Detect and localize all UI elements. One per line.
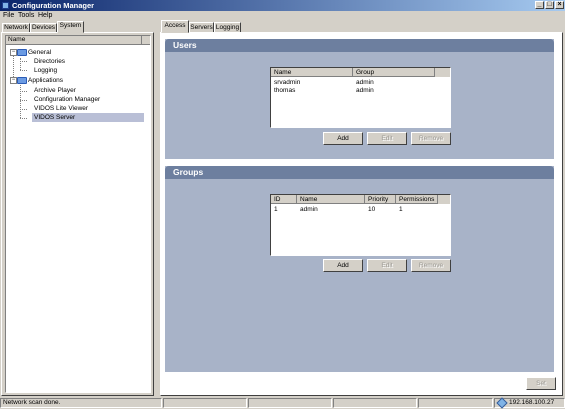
- expander-general[interactable]: −: [10, 49, 17, 56]
- tree-item-vidos-server[interactable]: VIDOS Server: [32, 113, 144, 122]
- groups-col-permissions[interactable]: Permissions: [396, 195, 438, 204]
- users-col-name[interactable]: Name: [271, 68, 353, 77]
- tree-line: [20, 58, 21, 70]
- expander-applications[interactable]: −: [10, 77, 17, 84]
- status-ip: 192.168.100.27: [509, 399, 555, 406]
- close-button[interactable]: ×: [555, 1, 564, 9]
- maximize-button[interactable]: □: [545, 1, 554, 9]
- users-list-header: Name Group: [271, 68, 450, 77]
- tree-item-logging[interactable]: Logging: [34, 66, 57, 75]
- tree-line: [20, 91, 27, 92]
- menu-file[interactable]: File: [3, 12, 14, 20]
- tree-line: [20, 85, 21, 118]
- tree-item-configuration-manager[interactable]: Configuration Manager: [34, 95, 100, 104]
- groups-title: Groups: [165, 166, 554, 179]
- user-row-group[interactable]: admin: [356, 79, 374, 87]
- tab-system[interactable]: System: [57, 21, 84, 33]
- user-row-name[interactable]: srvadmin: [274, 79, 300, 87]
- tree-column-name[interactable]: Name: [6, 36, 142, 45]
- user-row-group[interactable]: admin: [356, 87, 374, 95]
- groups-col-id[interactable]: ID: [271, 195, 297, 204]
- tree-item-general[interactable]: General: [28, 48, 51, 57]
- app-icon: [2, 2, 9, 9]
- groups-col-priority[interactable]: Priority: [365, 195, 396, 204]
- set-button[interactable]: Set: [526, 377, 556, 390]
- status-segment: [163, 398, 247, 408]
- tree-line: [20, 109, 27, 110]
- tree-line: [20, 70, 27, 71]
- tree-header: Name: [6, 36, 150, 45]
- tree-item-directories[interactable]: Directories: [34, 57, 65, 66]
- users-col-group[interactable]: Group: [353, 68, 435, 77]
- users-title: Users: [165, 39, 554, 52]
- minimize-button[interactable]: _: [535, 1, 544, 9]
- groups-list[interactable]: ID Name Priority Permissions 1 admin 10 …: [270, 194, 451, 256]
- tree-line: [20, 100, 27, 101]
- user-row-name[interactable]: thomas: [274, 87, 295, 95]
- folder-icon: [17, 49, 27, 56]
- tree-line: [20, 118, 27, 119]
- title-bar: Configuration Manager _ □ ×: [0, 0, 565, 11]
- menu-help[interactable]: Help: [38, 12, 52, 20]
- status-segment: [418, 398, 493, 408]
- users-edit-button[interactable]: Edit: [367, 132, 407, 145]
- left-panel: Name − General Directories Logging − App…: [1, 32, 154, 396]
- groups-col-name[interactable]: Name: [297, 195, 365, 204]
- tree-item-applications[interactable]: Applications: [28, 76, 63, 85]
- tree-line: [20, 61, 27, 62]
- group-row-permissions[interactable]: 1: [399, 206, 403, 214]
- groups-list-header: ID Name Priority Permissions: [271, 195, 450, 204]
- tab-access[interactable]: Access: [161, 20, 189, 33]
- status-message: Network scan done.: [0, 398, 162, 408]
- status-segment: [248, 398, 332, 408]
- group-row-id[interactable]: 1: [274, 206, 278, 214]
- group-row-priority[interactable]: 10: [368, 206, 375, 214]
- status-bar: Network scan done. 192.168.100.27: [0, 397, 565, 409]
- window-title: Configuration Manager: [12, 1, 95, 10]
- users-add-button[interactable]: Add: [323, 132, 363, 145]
- menu-tools[interactable]: Tools: [18, 12, 34, 20]
- users-remove-button[interactable]: Remove: [411, 132, 451, 145]
- tree-item-archive-player[interactable]: Archive Player: [34, 86, 76, 95]
- groups-remove-button[interactable]: Remove: [411, 259, 451, 272]
- status-segment: [333, 398, 417, 408]
- tree-item-vidos-lite-viewer[interactable]: VIDOS Lite Viewer: [34, 104, 88, 113]
- group-row-name[interactable]: admin: [300, 206, 318, 214]
- tree-line: [13, 53, 14, 79]
- menu-bar: File Tools Help: [0, 11, 565, 21]
- users-list[interactable]: Name Group srvadmin admin thomas admin: [270, 67, 451, 128]
- folder-icon: [17, 77, 27, 84]
- groups-add-button[interactable]: Add: [323, 259, 363, 272]
- groups-edit-button[interactable]: Edit: [367, 259, 407, 272]
- system-tree[interactable]: Name − General Directories Logging − App…: [5, 35, 151, 393]
